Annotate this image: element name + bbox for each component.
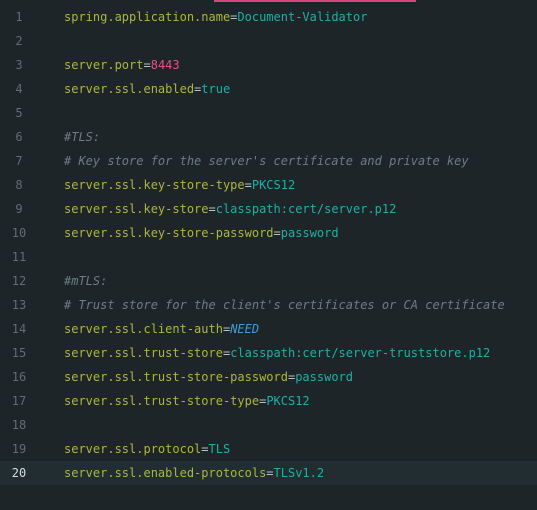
line-content[interactable]: server.ssl.key-store-password=password — [64, 221, 339, 245]
line-content[interactable]: server.ssl.key-store=classpath:cert/serv… — [64, 197, 396, 221]
line-content[interactable]: server.ssl.enabled-protocols=TLSv1.2 — [64, 461, 324, 485]
property-value: password — [295, 370, 353, 384]
line-number: 13 — [11, 298, 27, 312]
line-number: 7 — [15, 154, 23, 168]
line-content[interactable]: server.port=8443 — [64, 53, 180, 77]
property-key: server.ssl.enabled — [64, 82, 195, 96]
property-key: server.ssl.client-auth — [64, 322, 223, 336]
line-number: 17 — [11, 394, 27, 408]
property-value: classpath:cert/server.p12 — [215, 202, 397, 216]
property-key: server.ssl.enabled-protocols — [64, 466, 267, 480]
line-content[interactable]: server.ssl.key-store-type=PKCS12 — [64, 173, 295, 197]
line-number: 14 — [11, 322, 27, 336]
line-number: 11 — [11, 250, 27, 264]
code-line[interactable]: 12 #mTLS: — [0, 269, 537, 293]
line-number: 3 — [15, 58, 23, 72]
active-tab-indicator — [214, 0, 416, 2]
code-line[interactable]: 11 — [0, 245, 537, 269]
property-key: server.ssl.key-store-type — [64, 178, 245, 192]
code-editor[interactable]: 1 spring.application.name=Document-Valida… — [0, 0, 537, 510]
line-content[interactable]: #TLS: — [64, 125, 100, 149]
property-key: server.ssl.protocol — [64, 442, 202, 456]
code-line[interactable]: 13 # Trust store for the client's certifi… — [0, 293, 537, 317]
line-number: 18 — [11, 418, 27, 432]
line-content[interactable]: #mTLS: — [64, 269, 107, 293]
line-number: 4 — [15, 82, 23, 96]
line-number: 20 — [11, 466, 27, 480]
code-lines[interactable]: 1 spring.application.name=Document-Valida… — [0, 5, 537, 485]
property-key: server.port — [64, 58, 144, 72]
code-line[interactable]: 5 — [0, 101, 537, 125]
line-number: 9 — [15, 202, 23, 216]
property-separator: = — [201, 442, 209, 456]
code-line[interactable]: 16 server.ssl.trust-store-password=passwo… — [0, 365, 537, 389]
property-value: PKCS12 — [266, 394, 310, 408]
property-separator: = — [273, 226, 281, 240]
code-line[interactable]: 18 — [0, 413, 537, 437]
line-number: 16 — [11, 370, 27, 384]
property-key: server.ssl.trust-store-type — [64, 394, 260, 408]
line-content[interactable]: spring.application.name=Document-Validat… — [64, 5, 367, 29]
property-value: TLS — [208, 442, 231, 456]
property-value: 8443 — [150, 58, 180, 72]
line-number: 1 — [15, 10, 23, 24]
code-line[interactable]: 10 server.ssl.key-store-password=password — [0, 221, 537, 245]
code-line[interactable]: 20 server.ssl.enabled-protocols=TLSv1.2 — [0, 461, 537, 485]
comment-text: #TLS: — [64, 130, 101, 144]
line-content[interactable]: server.ssl.trust-store-type=PKCS12 — [64, 389, 310, 413]
line-content[interactable]: server.ssl.client-auth=NEED — [64, 317, 259, 341]
comment-text: # Key store for the server's certificate… — [64, 154, 469, 168]
code-line[interactable]: 1 spring.application.name=Document-Valida… — [0, 5, 537, 29]
property-key: server.ssl.trust-store — [64, 346, 223, 360]
line-number: 10 — [11, 226, 27, 240]
line-content[interactable]: # Trust store for the client's certifica… — [64, 293, 505, 317]
code-line[interactable]: 8 server.ssl.key-store-type=PKCS12 — [0, 173, 537, 197]
line-content[interactable]: server.ssl.enabled=true — [64, 77, 230, 101]
code-line[interactable]: 14 server.ssl.client-auth=NEED — [0, 317, 537, 341]
property-value: Document-Validator — [237, 10, 368, 24]
property-key: server.ssl.trust-store-password — [64, 370, 288, 384]
line-number: 8 — [15, 178, 23, 192]
line-number: 15 — [11, 346, 27, 360]
code-line[interactable]: 4 server.ssl.enabled=true — [0, 77, 537, 101]
property-value: password — [280, 226, 339, 240]
property-value: PKCS12 — [251, 178, 296, 192]
code-line[interactable]: 19 server.ssl.protocol=TLS — [0, 437, 537, 461]
code-line[interactable]: 6 #TLS: — [0, 125, 537, 149]
property-key: server.ssl.key-store — [64, 202, 209, 216]
property-separator: = — [208, 202, 216, 216]
property-value: NEED — [230, 322, 260, 336]
code-line[interactable]: 7 # Key store for the server's certificat… — [0, 149, 537, 173]
property-value: true — [201, 82, 231, 96]
code-line[interactable]: 17 server.ssl.trust-store-type=PKCS12 — [0, 389, 537, 413]
comment-text: # Trust store for the client's certifica… — [64, 298, 505, 312]
property-key: spring.application.name — [64, 10, 231, 24]
code-line[interactable]: 2 — [0, 29, 537, 53]
comment-text: #mTLS: — [64, 274, 108, 288]
code-line[interactable]: 9 server.ssl.key-store=classpath:cert/ser… — [0, 197, 537, 221]
property-separator: = — [244, 178, 252, 192]
code-line[interactable]: 3 server.port=8443 — [0, 53, 537, 77]
line-number: 19 — [11, 442, 27, 456]
line-number: 6 — [15, 130, 23, 144]
line-content[interactable]: server.ssl.trust-store-password=password — [64, 365, 353, 389]
property-key: server.ssl.key-store-password — [64, 226, 274, 240]
property-value: classpath:cert/server-truststore.p12 — [230, 346, 491, 360]
property-value: TLSv1.2 — [273, 466, 325, 480]
property-separator: = — [143, 58, 151, 72]
line-number: 5 — [15, 106, 23, 120]
property-separator: = — [266, 466, 274, 480]
line-number: 2 — [15, 34, 23, 48]
line-number: 12 — [11, 274, 27, 288]
line-content[interactable]: # Key store for the server's certificate… — [64, 149, 469, 173]
line-content[interactable]: server.ssl.protocol=TLS — [64, 437, 230, 461]
code-line[interactable]: 15 server.ssl.trust-store=classpath:cert/… — [0, 341, 537, 365]
line-content[interactable]: server.ssl.trust-store=classpath:cert/se… — [64, 341, 490, 365]
